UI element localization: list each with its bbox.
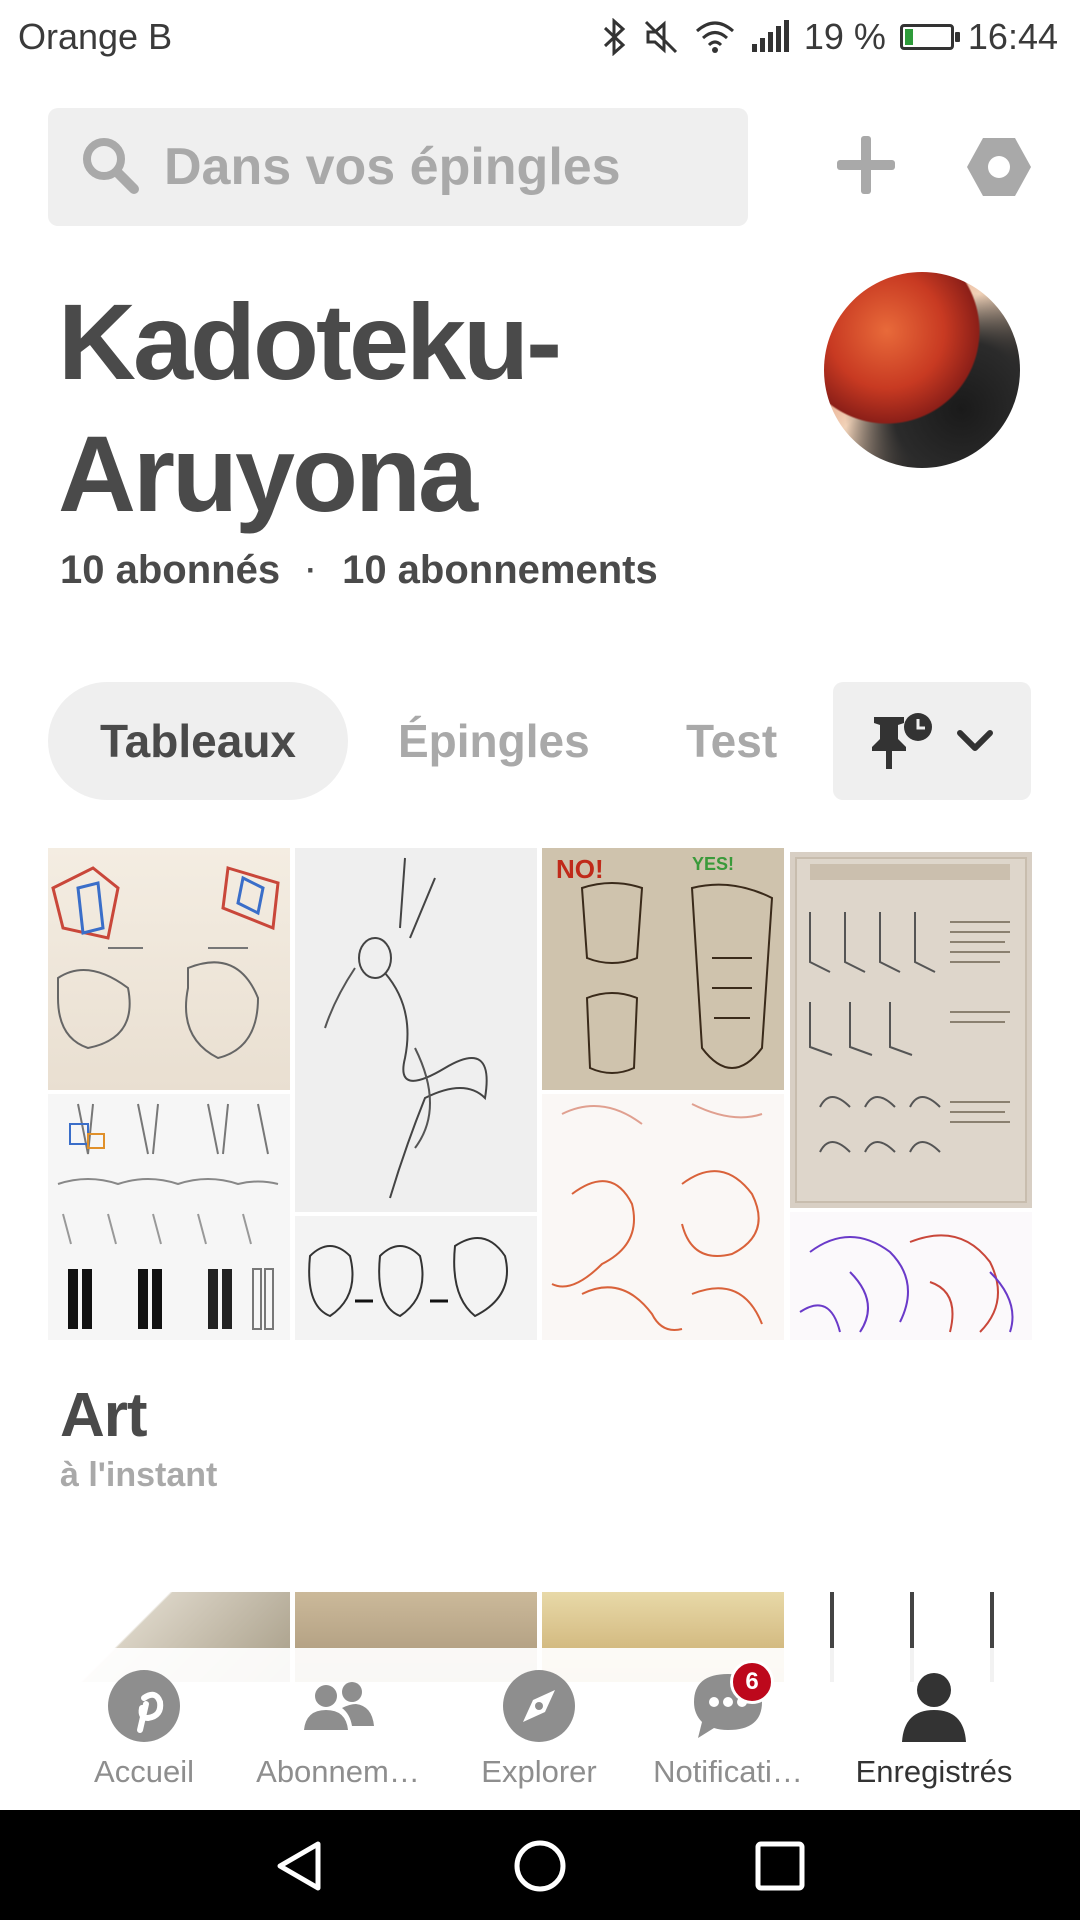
battery-percent: 19 % <box>803 16 886 57</box>
search-placeholder: Dans vos épingles <box>164 138 621 196</box>
status-bar: Orange B 19 % 16:44 <box>0 0 1080 74</box>
wifi-icon <box>694 19 736 55</box>
plus-icon <box>837 136 895 194</box>
nav-label: Enregistrés <box>855 1754 1013 1789</box>
board-pin-image <box>295 848 537 1212</box>
nav-label: Notificati… <box>653 1754 803 1789</box>
profile-name-line1: Kadoteku- <box>58 281 562 402</box>
nav-label: Abonnem… <box>256 1754 420 1789</box>
board-cover-grid[interactable]: NO! YES! <box>48 848 1032 1340</box>
system-navigation-bar <box>0 1810 1080 1920</box>
notification-badge: 6 <box>730 1660 774 1704</box>
svg-text:NO!: NO! <box>556 854 604 884</box>
home-icon[interactable] <box>512 1838 568 1894</box>
nav-label: Accueil <box>94 1754 194 1789</box>
search-icon <box>80 135 140 200</box>
follow-counts: 10 abonnés · 10 abonnements <box>60 548 658 593</box>
board-timestamp: à l'instant <box>60 1456 218 1494</box>
profile-name: Kadoteku- Aruyona <box>58 276 738 540</box>
nav-abonnements[interactable]: Abonnem… <box>238 1648 438 1810</box>
svg-text:YES!: YES! <box>692 854 734 874</box>
nav-explorer[interactable]: Explorer <box>439 1648 639 1810</box>
board-pin-image: NO! YES! <box>542 848 784 1090</box>
board-pin-image <box>790 1212 1032 1340</box>
recents-icon[interactable] <box>752 1838 808 1894</box>
sort-button[interactable] <box>833 682 1031 800</box>
avatar[interactable] <box>824 272 1020 468</box>
board-title[interactable]: Art <box>60 1380 148 1451</box>
nav-accueil[interactable]: Accueil <box>44 1648 244 1810</box>
board-pin-image <box>790 852 1032 1208</box>
signal-icon <box>750 20 790 54</box>
tab-epingles[interactable]: Épingles <box>398 682 590 800</box>
hexagon-settings-icon <box>967 138 1031 196</box>
tab-tableaux[interactable]: Tableaux <box>48 682 348 800</box>
bottom-navigation: Accueil Abonnem… Explorer 6 Notificati… … <box>48 1648 1032 1810</box>
board-pin-image <box>295 1216 537 1340</box>
status-icons: 19 % 16:44 <box>602 16 1058 58</box>
board-pin-image <box>542 1094 784 1340</box>
chat-bubble-icon: 6 <box>690 1660 774 1744</box>
battery-icon <box>899 24 960 50</box>
people-icon <box>300 1668 376 1744</box>
search-input[interactable]: Dans vos épingles <box>48 108 748 226</box>
mute-icon <box>642 18 680 56</box>
board-pin-image <box>48 848 290 1090</box>
board-pin-image <box>48 1094 290 1340</box>
nav-notifications[interactable]: 6 Notificati… <box>628 1648 828 1810</box>
compass-icon <box>501 1668 577 1744</box>
back-icon[interactable] <box>272 1838 328 1894</box>
profile-name-line2: Aruyona <box>58 413 478 534</box>
clock: 16:44 <box>967 16 1058 57</box>
counts-separator: · <box>306 553 317 587</box>
carrier-label: Orange B <box>18 16 173 57</box>
add-button[interactable] <box>833 132 899 198</box>
pinterest-icon <box>106 1668 182 1744</box>
nav-label: Explorer <box>481 1754 597 1789</box>
followers-link[interactable]: 10 abonnés <box>60 548 280 593</box>
nav-enregistres[interactable]: Enregistrés <box>834 1648 1034 1810</box>
chevron-down-icon <box>957 730 993 751</box>
pin-clock-icon <box>872 713 932 769</box>
person-icon <box>896 1668 972 1744</box>
tab-test[interactable]: Test <box>686 682 786 800</box>
bluetooth-icon <box>602 18 628 56</box>
following-link[interactable]: 10 abonnements <box>342 548 658 593</box>
settings-button[interactable] <box>966 134 1032 200</box>
